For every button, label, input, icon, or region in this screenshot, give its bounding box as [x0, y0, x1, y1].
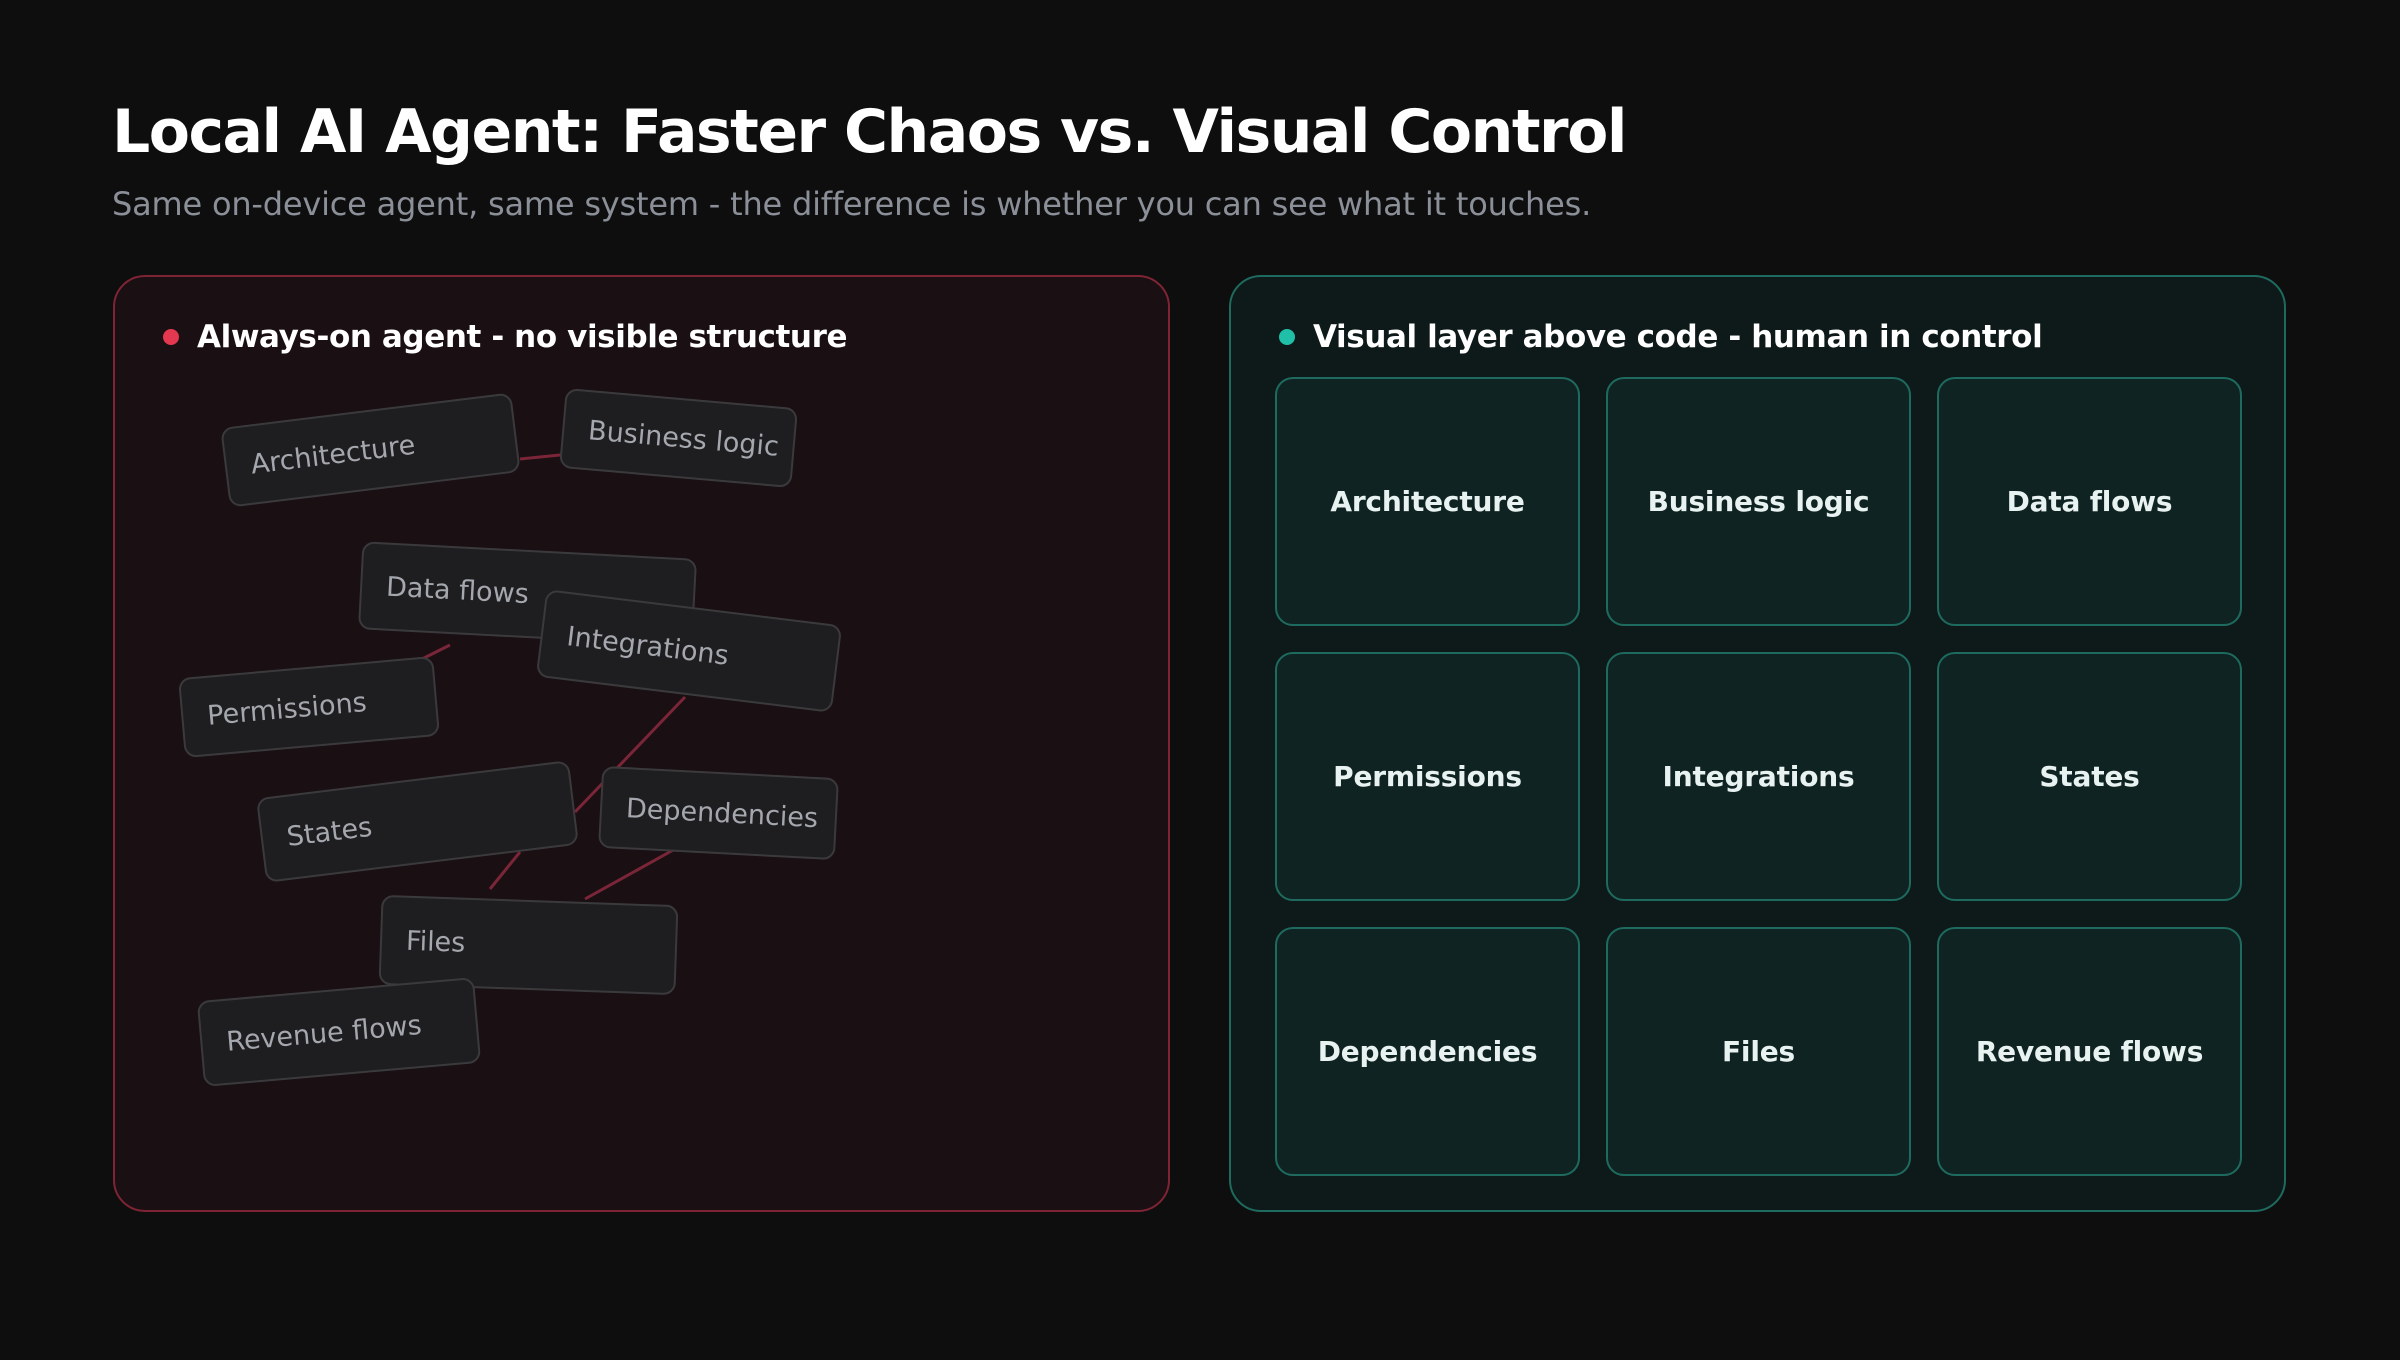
- chaos-card-files: Files: [378, 894, 679, 996]
- chaos-diagram: Architecture Business logic Data flows P…: [115, 277, 1172, 1214]
- connector-line: [488, 851, 522, 890]
- page-title: Local AI Agent: Faster Chaos vs. Visual …: [112, 97, 1627, 167]
- chaos-card-dependencies: Dependencies: [598, 765, 839, 861]
- grid-card-architecture: Architecture: [1275, 377, 1580, 626]
- grid-card-dependencies: Dependencies: [1275, 927, 1580, 1176]
- control-panel-header: Visual layer above code - human in contr…: [1279, 317, 2043, 357]
- control-panel-label: Visual layer above code - human in contr…: [1313, 319, 2043, 355]
- grid-card-files: Files: [1606, 927, 1911, 1176]
- grid-card-business-logic: Business logic: [1606, 377, 1911, 626]
- teal-status-dot-icon: [1279, 329, 1295, 345]
- grid-card-integrations: Integrations: [1606, 652, 1911, 901]
- chaos-panel: Always-on agent - no visible structure A…: [113, 275, 1170, 1212]
- control-panel: Visual layer above code - human in contr…: [1229, 275, 2286, 1212]
- grid-card-states: States: [1937, 652, 2242, 901]
- connector-line: [584, 847, 676, 901]
- grid-card-revenue-flows: Revenue flows: [1937, 927, 2242, 1176]
- grid-card-data-flows: Data flows: [1937, 377, 2242, 626]
- control-grid: Architecture Business logic Data flows P…: [1275, 377, 2242, 1176]
- page-subtitle: Same on-device agent, same system - the …: [112, 185, 1592, 223]
- grid-card-permissions: Permissions: [1275, 652, 1580, 901]
